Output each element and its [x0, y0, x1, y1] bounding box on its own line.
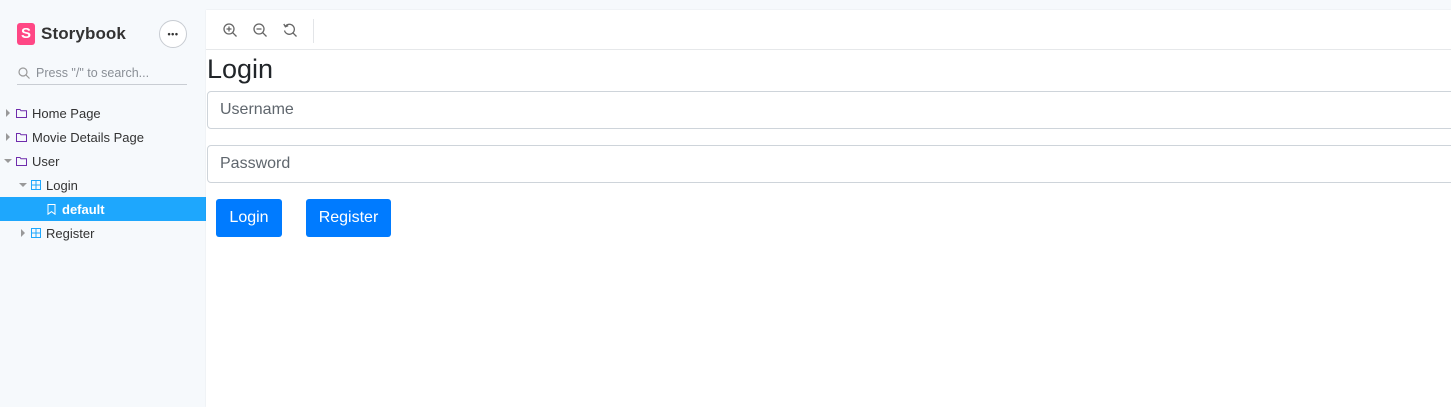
sidebar-item-login[interactable]: Login [0, 173, 206, 197]
sidebar-item-movie-details-page[interactable]: Movie Details Page [0, 125, 206, 149]
register-button[interactable]: Register [306, 199, 391, 237]
storybook-logo-icon: S [17, 23, 35, 45]
component-icon [31, 180, 41, 190]
search-icon [18, 66, 30, 79]
chevron-right-icon [18, 229, 28, 237]
brand[interactable]: S Storybook [17, 22, 126, 46]
page-title: Login [207, 54, 274, 84]
sidebar-item-label: Movie Details Page [32, 129, 144, 145]
sidebar-item-default[interactable]: default [0, 197, 206, 221]
chevron-down-icon [3, 159, 13, 163]
toolbar-divider [313, 19, 314, 43]
sidebar-item-label: User [32, 153, 60, 169]
preview-toolbar [206, 10, 1451, 50]
preview-panel: Login Login Register [206, 10, 1451, 407]
story-tree: Home Page Movie Details Page User Login … [0, 101, 206, 245]
sidebar: S Storybook ••• Home Page [0, 0, 206, 407]
password-field[interactable] [207, 145, 1451, 183]
chevron-right-icon [3, 133, 13, 141]
search-bar [17, 61, 187, 85]
ellipsis-icon: ••• [167, 28, 179, 39]
sidebar-item-home-page[interactable]: Home Page [0, 101, 206, 125]
more-options-button[interactable]: ••• [159, 20, 187, 48]
storybook-app: S Storybook ••• Home Page [0, 0, 1451, 407]
username-field[interactable] [207, 91, 1451, 129]
zoom-reset-icon[interactable] [282, 22, 298, 38]
login-button[interactable]: Login [216, 199, 282, 237]
zoom-in-icon[interactable] [222, 22, 238, 38]
sidebar-item-label: default [62, 201, 105, 217]
bookmark-icon [47, 203, 56, 215]
folder-icon [16, 132, 27, 142]
component-icon [31, 228, 41, 238]
chevron-right-icon [3, 109, 13, 117]
folder-icon [16, 108, 27, 118]
sidebar-item-label: Register [46, 225, 95, 241]
sidebar-item-register[interactable]: Register [0, 221, 206, 245]
search-input[interactable] [36, 65, 186, 80]
sidebar-item-label: Home Page [32, 105, 101, 121]
zoom-out-icon[interactable] [252, 22, 268, 38]
folder-icon [16, 156, 27, 166]
sidebar-item-label: Login [46, 177, 78, 193]
brand-name: Storybook [41, 24, 126, 43]
sidebar-item-user[interactable]: User [0, 149, 206, 173]
chevron-down-icon [18, 183, 28, 187]
